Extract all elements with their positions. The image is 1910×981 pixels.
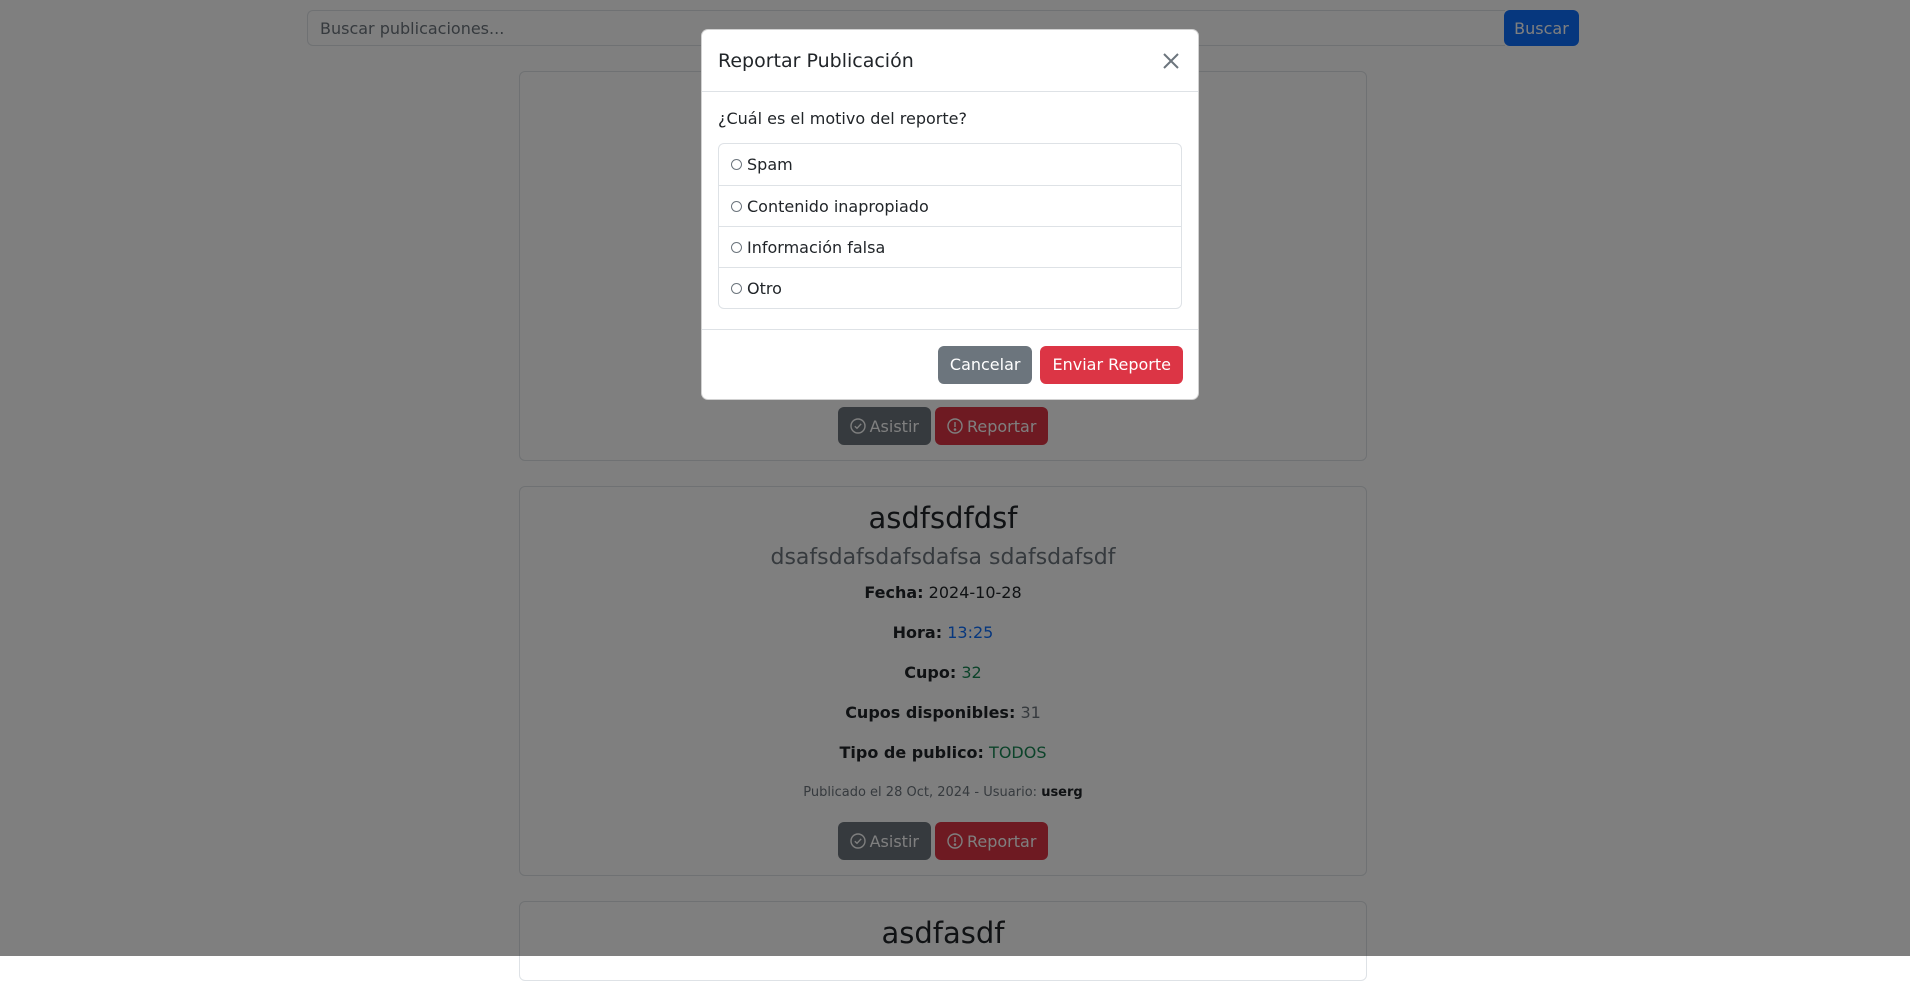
report-reasons: Spam Contenido inapropiado Información f… (718, 143, 1182, 309)
radio-button[interactable] (731, 282, 742, 294)
reason-option-informacion-falsa[interactable]: Información falsa (719, 226, 1181, 267)
modal-body: ¿Cuál es el motivo del reporte? Spam Con… (702, 92, 1198, 309)
cancel-button[interactable]: Cancelar (937, 345, 1033, 384)
modal-header: Reportar Publicación (702, 30, 1198, 92)
reason-option-otro[interactable]: Otro (719, 267, 1181, 308)
report-modal: Reportar Publicación ¿Cuál es el motivo … (701, 29, 1199, 400)
reason-option-spam[interactable]: Spam (719, 144, 1181, 185)
modal-title: Reportar Publicación (718, 49, 914, 72)
modal-footer: Cancelar Enviar Reporte (702, 329, 1198, 399)
close-icon (1163, 52, 1179, 69)
radio-button[interactable] (731, 241, 742, 253)
close-button[interactable] (1159, 49, 1183, 73)
reason-option-contenido-inapropiado[interactable]: Contenido inapropiado (719, 185, 1181, 226)
reason-label: Otro (747, 278, 782, 298)
submit-report-button[interactable]: Enviar Reporte (1040, 345, 1183, 384)
reason-label: Contenido inapropiado (747, 196, 929, 216)
radio-button[interactable] (731, 200, 742, 212)
radio-button[interactable] (731, 159, 742, 170)
reason-label: Spam (747, 155, 793, 174)
report-question: ¿Cuál es el motivo del reporte? (718, 109, 967, 128)
reason-label: Información falsa (747, 237, 886, 257)
